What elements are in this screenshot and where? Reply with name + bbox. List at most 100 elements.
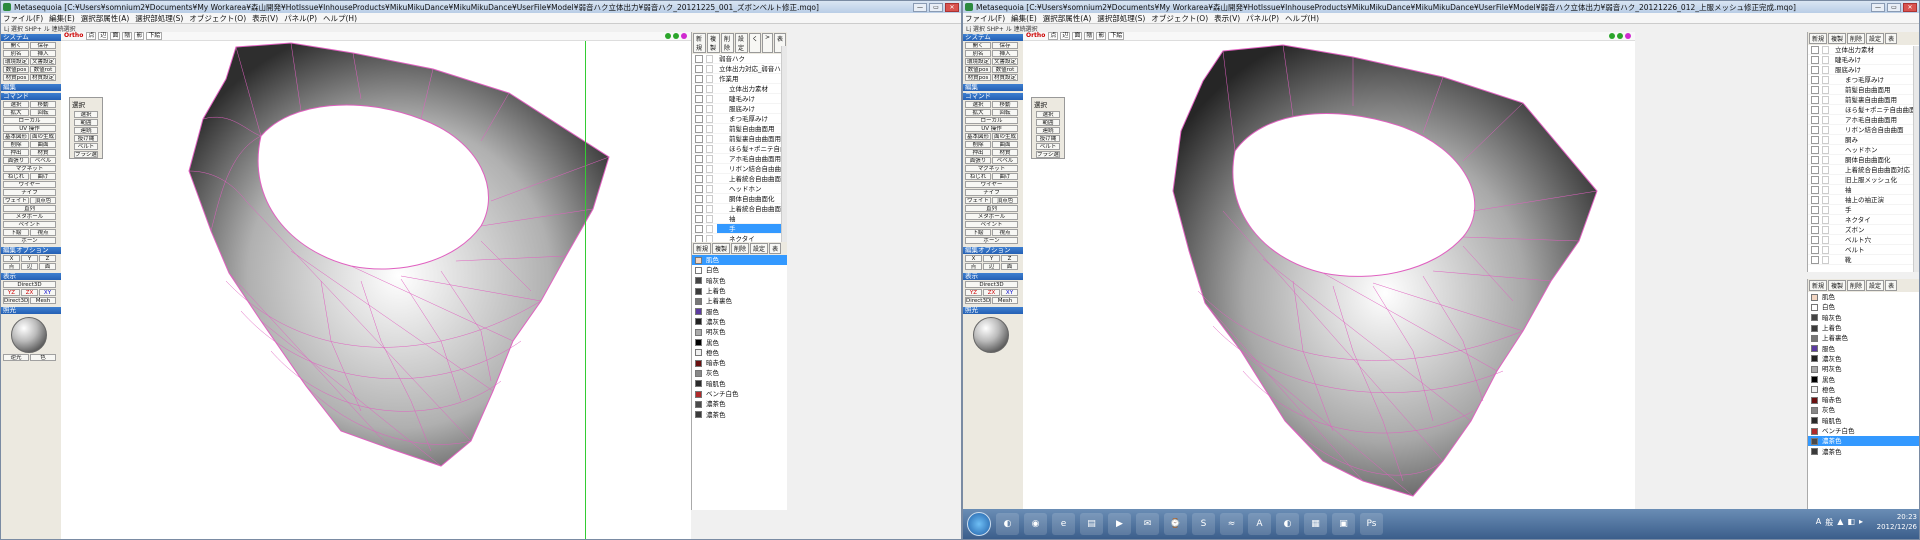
mat-new-tab[interactable]: 新規 [693, 243, 712, 254]
lock-icon[interactable] [706, 134, 713, 143]
object-item[interactable]: ズボン [1808, 225, 1919, 235]
cmd-surface-button[interactable]: 曲面 [30, 141, 56, 148]
object-scrollbar[interactable] [781, 46, 787, 242]
object-item[interactable]: ほら髪+ポニテ自由曲面 [1808, 105, 1919, 115]
mat-delete-tab[interactable]: 削除 [1847, 280, 1866, 291]
lock-icon[interactable] [1822, 225, 1829, 234]
light-sphere[interactable] [11, 317, 47, 353]
material-item[interactable]: 明灰色 [1808, 364, 1919, 374]
object-item[interactable]: 上着統合自由曲面対応 [692, 204, 787, 214]
doc-settings-button[interactable]: 文書設定 [30, 58, 56, 65]
material-item[interactable]: 上着裏色 [692, 296, 787, 306]
lock-icon[interactable] [706, 124, 713, 133]
cmd-knife-button[interactable]: ナイフ [965, 189, 1018, 196]
visibility-checkbox[interactable] [1811, 45, 1819, 54]
visibility-checkbox[interactable] [695, 204, 703, 213]
maximize-button[interactable]: ▭ [929, 2, 943, 12]
mat-table-tab[interactable]: 表 [1885, 280, 1898, 291]
view-shade-button[interactable]: 陰 [1084, 32, 1095, 40]
tray-icon[interactable]: ▸ [1859, 517, 1863, 528]
cmd-twist-button[interactable]: ねじれ [965, 173, 991, 180]
view-point-button[interactable]: 点 [86, 32, 97, 40]
menu-view[interactable]: 表示(V) [252, 13, 278, 24]
obj-settings-tab[interactable]: 設定 [1866, 33, 1885, 44]
taskbar-app-icon[interactable]: ▤ [1080, 513, 1103, 535]
cmd-vertex-color-button[interactable]: 頂点色 [992, 197, 1018, 204]
object-item[interactable]: 立体出力素材 [692, 84, 787, 94]
object-item[interactable]: リボン結合自由曲面 [1808, 125, 1919, 135]
object-item[interactable]: ネクタイ [1808, 215, 1919, 225]
float-brush-button[interactable]: ブラシ選択 [74, 151, 98, 158]
direct3d-toggle[interactable]: Direct3D [965, 297, 991, 304]
object-item[interactable]: ヘッドホン [1808, 145, 1919, 155]
visibility-checkbox[interactable] [1811, 115, 1819, 124]
material-item[interactable]: 上着色 [1808, 323, 1919, 333]
visibility-checkbox[interactable] [695, 214, 703, 223]
lock-icon[interactable] [706, 204, 713, 213]
object-item[interactable]: 前髪裏自由曲面用 [692, 134, 787, 144]
float-continuous-button[interactable]: 連続 [74, 127, 98, 134]
opt-y-button[interactable]: Y [983, 255, 1000, 262]
object-item[interactable]: 袖上の袖正演 [1808, 195, 1919, 205]
object-item[interactable]: ベルト [1808, 245, 1919, 255]
object-item[interactable]: まつ毛厚みけ [692, 114, 787, 124]
obj-new-tab[interactable]: 新規 [1809, 33, 1828, 44]
visibility-checkbox[interactable] [1811, 195, 1819, 204]
num-pos-button[interactable]: 数値pos [3, 66, 29, 73]
insert-button[interactable]: 挿入 [30, 50, 56, 57]
lock-icon[interactable] [1822, 145, 1829, 154]
material-item[interactable]: 明灰色 [692, 327, 787, 337]
visibility-checkbox[interactable] [695, 174, 703, 183]
material-item[interactable]: 服色 [692, 306, 787, 316]
lock-icon[interactable] [706, 224, 713, 233]
menu-view[interactable]: 表示(V) [1214, 13, 1240, 24]
lock-icon[interactable] [1822, 125, 1829, 134]
material-item[interactable]: 上着裏色 [1808, 333, 1919, 343]
lock-icon[interactable] [706, 84, 713, 93]
object-item[interactable]: 旧上服メッシュ化 [1808, 175, 1919, 185]
cmd-vertex-color-button[interactable]: 頂点色 [30, 197, 56, 204]
close-button[interactable]: ✕ [1903, 2, 1917, 12]
object-item[interactable]: 弱音ハク [692, 54, 787, 64]
close-button[interactable]: ✕ [945, 2, 959, 12]
lock-icon[interactable] [1822, 65, 1829, 74]
cmd-bevel-button[interactable]: ベベル [30, 157, 56, 164]
tray-icon[interactable]: A [1816, 517, 1821, 528]
object-item[interactable]: 作業用 [692, 74, 787, 84]
material-item[interactable]: 暗赤色 [1808, 395, 1919, 405]
view-zx-toggle[interactable]: ZX [983, 289, 1000, 296]
cmd-rotate-button[interactable]: 回転 [30, 109, 56, 116]
mat-copy-tab[interactable]: 複製 [1828, 280, 1847, 291]
cmd-metaball-button[interactable]: メタボール [965, 213, 1018, 220]
obj-prev-tab[interactable]: く [748, 33, 761, 53]
lock-icon[interactable] [1822, 95, 1829, 104]
material-item[interactable]: 濃茶色 [1808, 446, 1919, 456]
rotate-icon[interactable] [1625, 33, 1631, 39]
view-edge-button[interactable]: 辺 [1060, 32, 1071, 40]
insert-button[interactable]: 挿入 [992, 50, 1018, 57]
lock-icon[interactable] [1822, 185, 1829, 194]
visibility-checkbox[interactable] [695, 234, 703, 242]
opt-face-button[interactable]: 面 [39, 263, 56, 270]
view-face-button[interactable]: 面 [110, 32, 121, 40]
lock-icon[interactable] [706, 174, 713, 183]
material-item[interactable]: 濃茶色 [1808, 436, 1919, 447]
ortho-label[interactable]: Ortho [1025, 33, 1046, 39]
lock-icon[interactable] [1822, 135, 1829, 144]
visibility-checkbox[interactable] [1811, 245, 1819, 254]
num-rot-button[interactable]: 数値rot [992, 66, 1018, 73]
cmd-uv-button[interactable]: UV 操作 [3, 125, 56, 132]
visibility-checkbox[interactable] [1811, 215, 1819, 224]
object-item[interactable]: 上着統合自由曲面対応 [1808, 165, 1919, 175]
visibility-checkbox[interactable] [1811, 205, 1819, 214]
mat-settings-tab[interactable]: 設定 [750, 243, 769, 254]
opt-edge-button[interactable]: 辺 [21, 263, 38, 270]
doc-settings-button[interactable]: 文書設定 [992, 58, 1018, 65]
object-item[interactable]: 立体出力対応_弱音ハク [692, 64, 787, 74]
opt-x-button[interactable]: X [3, 255, 20, 262]
env-settings-button[interactable]: 環境設定 [3, 58, 29, 65]
obj-new-tab[interactable]: 新規 [693, 33, 706, 53]
start-button[interactable] [967, 512, 991, 536]
rotate-icon[interactable] [681, 33, 687, 39]
float-brush-button[interactable]: ブラシ選択 [1036, 151, 1060, 158]
